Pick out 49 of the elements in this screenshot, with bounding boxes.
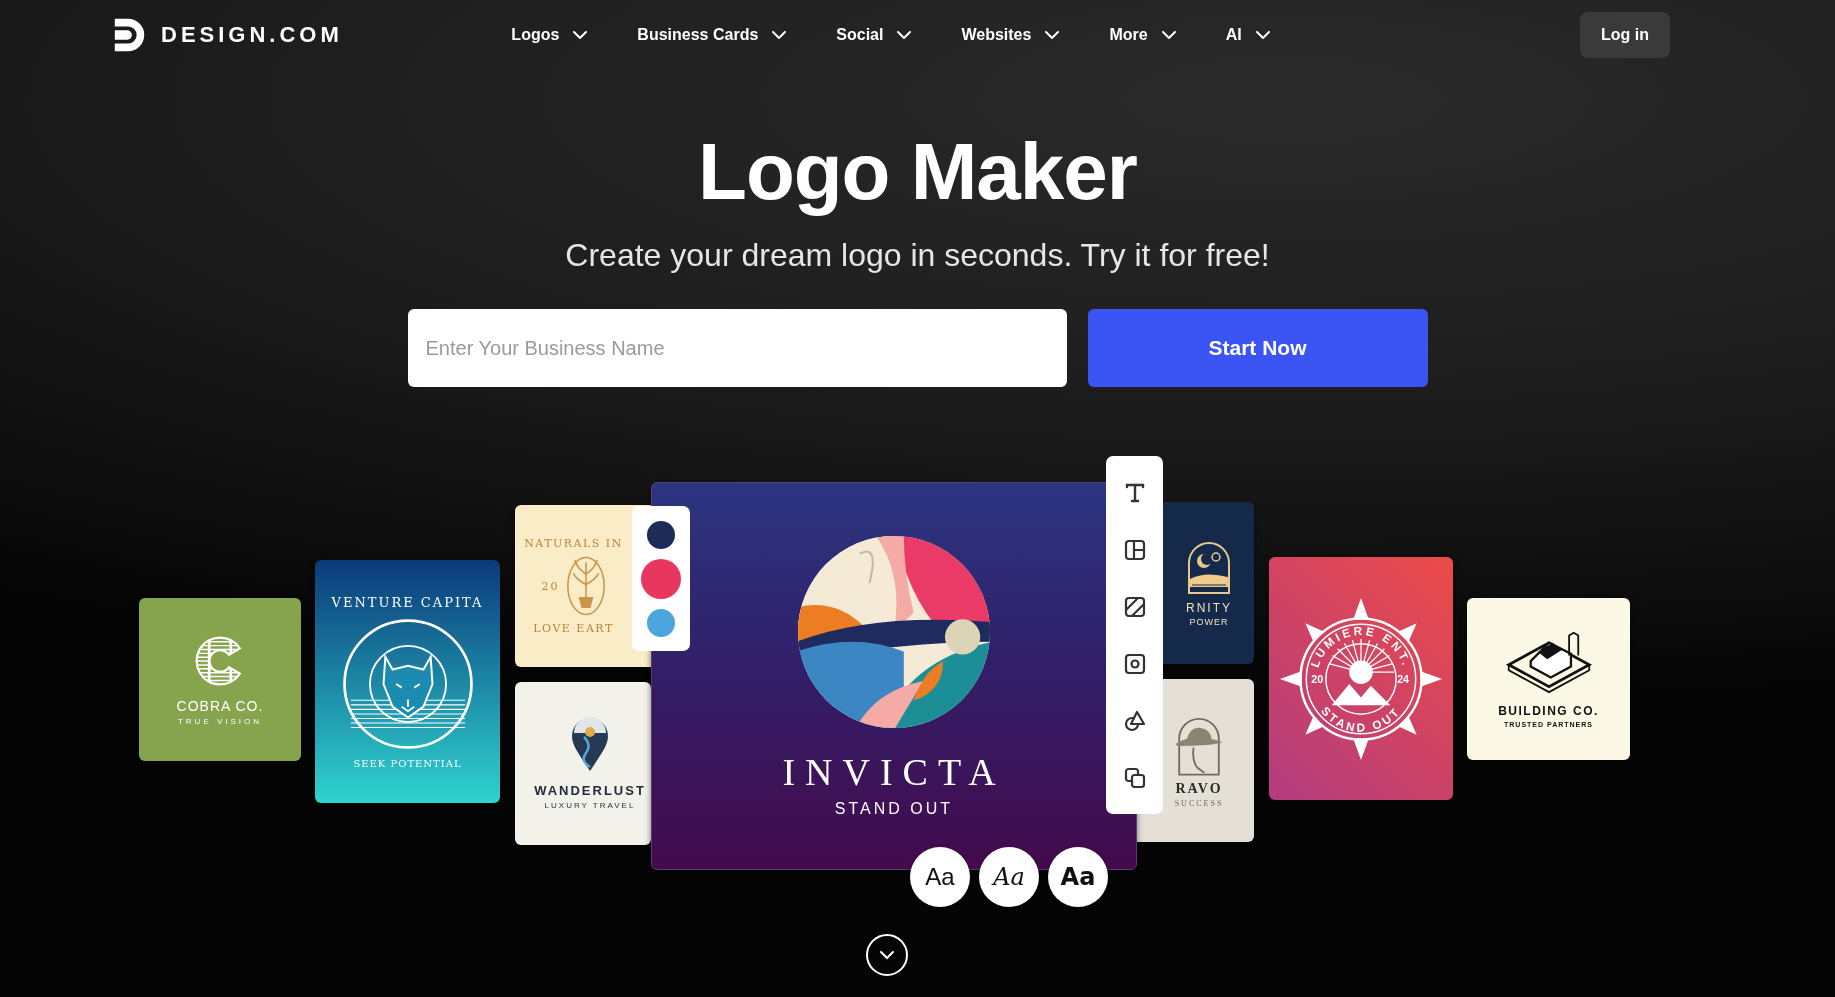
color-swatch[interactable]	[647, 608, 675, 637]
logo-arc-text: LOVE EART	[533, 622, 614, 635]
nav-menu-item[interactable]: Websites	[961, 26, 1060, 44]
nav-menu-item[interactable]: More	[1109, 26, 1176, 44]
nav-menu-item[interactable]: AI	[1225, 26, 1270, 44]
logo-tagline: STAND OUT	[834, 800, 954, 818]
logo-arc-text: VENTURE CAPITA	[331, 594, 484, 610]
logo-arc-text: NATURALS IN	[524, 537, 623, 550]
chevron-down-icon[interactable]	[1255, 31, 1270, 39]
font-style-button[interactable]: Aa	[1048, 847, 1108, 907]
scroll-down-button[interactable]	[866, 934, 908, 976]
chevron-down-icon[interactable]	[1045, 31, 1060, 39]
color-swatch[interactable]	[647, 520, 675, 549]
chevron-down-icon[interactable]	[879, 950, 895, 960]
start-now-button[interactable]: Start Now	[1087, 309, 1428, 387]
business-name-input[interactable]: Enter Your Business Name	[407, 309, 1067, 387]
brand-name[interactable]: DESIGN.COM	[161, 22, 343, 48]
logo-year: 24	[1397, 672, 1410, 685]
logo-name: RAVO	[1175, 781, 1223, 797]
shapes-icon[interactable]	[1122, 708, 1147, 733]
map-pin-icon	[570, 717, 610, 773]
logo-year: 20	[541, 579, 560, 593]
logo-tagline: LUXURY TRAVEL	[544, 801, 636, 810]
login-button[interactable]: Log in	[1580, 12, 1670, 58]
image-icon[interactable]	[1122, 651, 1147, 676]
nav-menu-item[interactable]: Business Cards	[637, 26, 787, 44]
logo-name: INVICTA	[782, 750, 1006, 794]
pattern-icon[interactable]	[1122, 594, 1147, 619]
chevron-down-icon[interactable]	[772, 31, 787, 39]
font-style-button[interactable]: Aa	[910, 847, 970, 907]
duplicate-icon[interactable]	[1122, 765, 1147, 790]
logo-name: WANDERLUST	[534, 783, 646, 798]
logo-tagline: SUCCESS	[1174, 799, 1224, 808]
chevron-down-icon[interactable]	[897, 31, 912, 39]
page-subtitle: Create your dream logo in seconds. Try it for free!	[565, 236, 1270, 275]
layout-icon[interactable]	[1122, 537, 1147, 562]
logo-arc-text: SEEK POTENTIAL	[353, 757, 462, 769]
nav-menu-item[interactable]: Logos	[511, 26, 588, 44]
logo-tagline: TRUE VISION	[177, 716, 263, 726]
logo-name: COBRA CO.	[176, 697, 264, 714]
chevron-down-icon[interactable]	[1161, 31, 1176, 39]
logo-name: RNITY	[1186, 601, 1232, 615]
logo-tagline: POWER	[1189, 617, 1229, 627]
color-swatch[interactable]	[641, 558, 681, 599]
logo-name: BUILDING CO.	[1498, 704, 1599, 718]
chevron-down-icon[interactable]	[573, 31, 588, 39]
logo-year: 20	[1311, 672, 1324, 685]
nav-menu-item[interactable]: Social	[836, 26, 912, 44]
shovel-sprout-icon	[565, 556, 606, 616]
